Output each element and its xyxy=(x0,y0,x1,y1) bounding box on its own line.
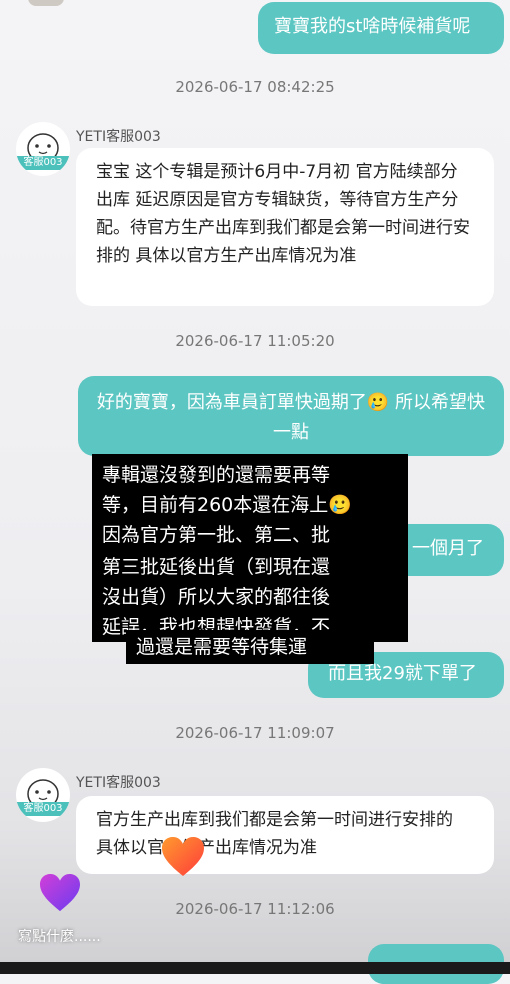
overlay-text: 專輯還沒發到的還需要再等 xyxy=(102,464,331,486)
agent-avatar[interactable]: 客服003 xyxy=(16,122,70,176)
outgoing-message: 好的寶寶，因為車員訂單快過期了🥲 所以希望快一點 xyxy=(78,376,504,456)
timestamp: 2026-06-17 11:09:07 xyxy=(175,724,335,742)
incoming-message: 官方生产出库到我们都是会第一时间进行安排的 具体以官方生产出库情况为准 xyxy=(76,796,494,874)
overlay-text: 沒出貨）所以大家的都往後 xyxy=(102,586,331,608)
message-text: 寶寶我的st啥時候補貨呢 xyxy=(274,16,471,37)
overlay-text: 第三批延後出貨（到現在還 xyxy=(102,556,331,578)
message-text: 而且我29就下單了 xyxy=(328,663,477,684)
overlay-text: 過還是需要等待集運 xyxy=(136,636,308,658)
top-avatar-fragment xyxy=(28,0,64,6)
timestamp: 2026-06-17 08:42:25 xyxy=(175,78,335,96)
message-text: 好的寶寶，因為車員訂單快過期了🥲 所以希望快一點 xyxy=(96,392,486,443)
agent-name: YETI客服003 xyxy=(76,775,161,791)
outgoing-message: 寶寶我的st啥時候補貨呢 xyxy=(258,2,504,54)
timestamp: 2026-06-17 11:05:20 xyxy=(175,332,335,350)
agent-tag: 客服003 xyxy=(16,156,70,170)
incoming-message: 宝宝 这个专辑是预计6月中-7月初 官方陆续部分出库 延迟原因是官方专辑缺货，等… xyxy=(76,148,494,306)
agent-avatar[interactable]: 客服003 xyxy=(16,768,70,822)
heart-reaction-icon[interactable] xyxy=(160,836,206,878)
overlay-text: 因為官方第一批、第二、批 xyxy=(102,524,331,546)
reply-input[interactable]: 寫點什麼...... xyxy=(18,926,101,946)
message-text: 一個月了 xyxy=(412,538,484,559)
message-text: 宝宝 这个专辑是预计6月中-7月初 官方陆续部分出库 延迟原因是官方专辑缺货，等… xyxy=(96,162,470,266)
heart-reaction-button-icon[interactable] xyxy=(38,873,82,913)
bottom-bar xyxy=(0,962,510,974)
message-text: 官方生产出库到我们都是会第一时间进行安排的 具体以官方生产出库情况为准 xyxy=(96,810,453,858)
agent-tag: 客服003 xyxy=(16,802,70,816)
agent-name: YETI客服003 xyxy=(76,129,161,145)
story-text-overlay-row-7: 過還是需要等待集運 xyxy=(126,630,374,664)
story-text-overlay-row-3: 因為官方第一批、第二、批 xyxy=(92,514,408,550)
overlay-text: 等，目前有260本還在海上🥲 xyxy=(102,494,352,516)
